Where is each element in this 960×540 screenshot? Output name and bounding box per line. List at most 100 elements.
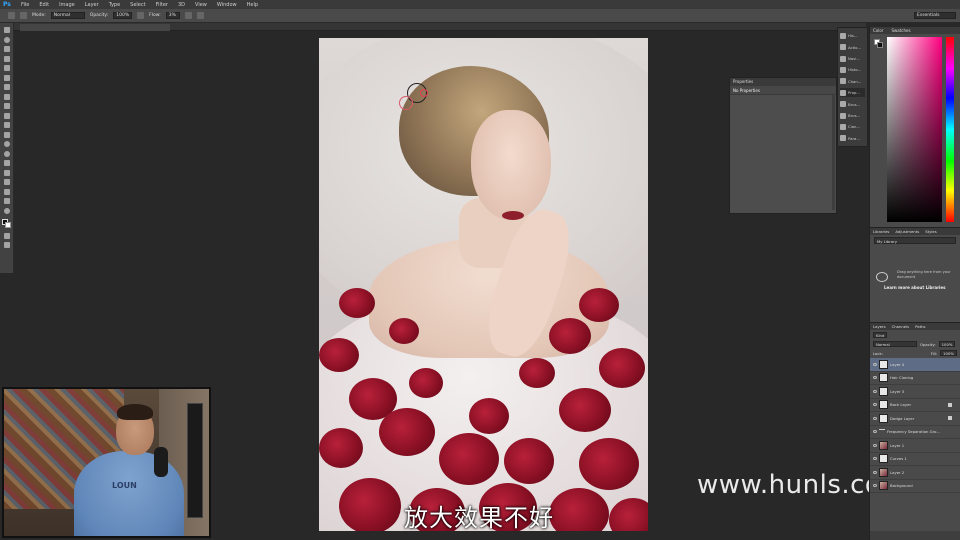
tab-swatches[interactable]: Swatches <box>891 28 910 33</box>
screen-mode-icon[interactable] <box>3 242 10 248</box>
flow-field[interactable]: 3% <box>165 12 180 19</box>
layer-row[interactable]: Layer 4 <box>870 358 960 372</box>
background-color-swatch[interactable] <box>877 42 883 48</box>
clone-stamp-tool-icon[interactable] <box>3 103 10 109</box>
layer-row[interactable]: Dodge Layer <box>870 412 960 426</box>
color-swatches[interactable] <box>1 219 12 229</box>
hue-slider[interactable] <box>946 37 954 222</box>
eyedropper-tool-icon[interactable] <box>3 74 10 81</box>
menu-edit[interactable]: Edit <box>34 2 54 8</box>
tab-libraries[interactable]: Libraries <box>873 229 889 234</box>
layer-filter-select[interactable]: Kind <box>873 332 888 338</box>
panel-channels-button[interactable]: Chan... <box>840 77 865 86</box>
document-canvas[interactable] <box>319 38 648 531</box>
brush-tool-icon[interactable] <box>3 93 10 100</box>
zoom-tool-icon[interactable] <box>3 207 10 214</box>
background-color-swatch[interactable] <box>4 222 11 228</box>
tab-styles[interactable]: Styles <box>925 229 937 234</box>
quick-mask-icon[interactable] <box>3 232 10 239</box>
panel-histogram-button[interactable]: Histo... <box>840 65 865 74</box>
move-tool-icon[interactable] <box>3 27 10 33</box>
pressure-size-icon[interactable] <box>196 12 204 19</box>
mode-select[interactable]: Normal <box>50 12 85 19</box>
dodge-tool-icon[interactable] <box>3 150 10 157</box>
opacity-field[interactable]: 100% <box>113 12 133 19</box>
menu-layer[interactable]: Layer <box>80 2 104 8</box>
marquee-tool-icon[interactable] <box>3 36 10 43</box>
layer-row[interactable]: Layer 3 <box>870 385 960 399</box>
panel-brush-button[interactable]: Brus... <box>840 99 865 108</box>
layer-opacity-field[interactable]: 100% <box>938 341 956 347</box>
pen-tool-icon[interactable] <box>3 160 10 166</box>
healing-brush-tool-icon[interactable] <box>3 84 10 90</box>
layer-row[interactable]: Back Layer <box>870 399 960 412</box>
learn-more-link[interactable]: Learn more about Libraries <box>884 285 946 290</box>
panel-paragraph-button[interactable]: Para... <box>840 134 865 143</box>
tab-paths[interactable]: Paths <box>915 324 925 329</box>
crop-tool-icon[interactable] <box>3 65 10 71</box>
layer-name: Background <box>890 483 913 489</box>
eye-icon[interactable] <box>873 362 877 366</box>
layer-row[interactable]: Layer 1 <box>870 439 960 453</box>
eye-icon[interactable] <box>873 403 877 407</box>
menu-view[interactable]: View <box>190 2 212 8</box>
eye-icon[interactable] <box>873 457 877 461</box>
layers-panel: Layers Channels Paths Kind Normal Opacit… <box>869 322 960 540</box>
menu-help[interactable]: Help <box>242 2 263 8</box>
document-tab-strip <box>14 23 866 31</box>
blur-tool-icon[interactable] <box>3 141 10 147</box>
menu-3d[interactable]: 3D <box>173 2 190 8</box>
panel-navigator-button[interactable]: Navi... <box>840 54 865 63</box>
tab-color[interactable]: Color <box>873 28 883 33</box>
layer-row[interactable]: Hair Cloning <box>870 372 960 385</box>
menu-select[interactable]: Select <box>125 2 150 8</box>
brush-tool-icon[interactable] <box>8 12 15 19</box>
menu-filter[interactable]: Filter <box>151 2 173 8</box>
tab-layers[interactable]: Layers <box>873 324 886 329</box>
panel-clone-source-button[interactable]: Clon... <box>840 122 865 131</box>
eye-icon[interactable] <box>873 416 877 420</box>
color-field[interactable] <box>887 37 942 222</box>
blend-mode-select[interactable]: Normal <box>873 341 917 347</box>
layer-row[interactable]: Layer 2 <box>870 466 960 480</box>
eye-icon[interactable] <box>873 470 877 474</box>
menu-file[interactable]: File <box>16 2 34 8</box>
layer-row[interactable]: Background <box>870 480 960 493</box>
brush-preset-icon[interactable] <box>20 12 27 19</box>
document-tab[interactable] <box>20 24 170 31</box>
lasso-tool-icon[interactable] <box>3 46 10 52</box>
layer-row[interactable]: Curves 1 <box>870 453 960 466</box>
gradient-tool-icon[interactable] <box>3 131 10 138</box>
eye-icon[interactable] <box>873 376 877 380</box>
eye-icon[interactable] <box>873 484 877 488</box>
rectangle-tool-icon[interactable] <box>3 188 10 195</box>
panel-properties-button[interactable]: Prop... <box>840 88 865 98</box>
presenter-hair <box>117 404 153 420</box>
properties-scrollbar[interactable] <box>832 95 835 210</box>
eye-icon[interactable] <box>873 443 877 447</box>
menu-type[interactable]: Type <box>104 2 125 8</box>
properties-title[interactable]: Properties <box>730 78 836 86</box>
workspace-select[interactable]: Essentials <box>914 12 956 19</box>
tab-adjustments[interactable]: Adjustments <box>895 229 919 234</box>
eye-icon[interactable] <box>873 430 877 434</box>
pressure-opacity-icon[interactable] <box>137 12 145 19</box>
library-select[interactable]: My Library <box>874 237 956 244</box>
menu-image[interactable]: Image <box>54 2 80 8</box>
model-face <box>471 110 551 220</box>
eye-icon[interactable] <box>873 389 877 393</box>
layer-row[interactable]: Frequency Separation Gro... <box>870 426 960 439</box>
panel-actions-button[interactable]: Actio... <box>840 42 865 51</box>
hand-tool-icon[interactable] <box>3 198 10 204</box>
panel-brush-presets-button[interactable]: Brus... <box>840 111 865 120</box>
airbrush-icon[interactable] <box>184 12 192 19</box>
type-tool-icon[interactable] <box>3 169 10 176</box>
eraser-tool-icon[interactable] <box>3 122 10 128</box>
menu-window[interactable]: Window <box>212 2 242 8</box>
panel-history-button[interactable]: His... <box>840 31 865 40</box>
fill-field[interactable]: 100% <box>940 350 957 356</box>
history-brush-tool-icon[interactable] <box>3 112 10 119</box>
path-select-tool-icon[interactable] <box>3 179 10 185</box>
tab-channels[interactable]: Channels <box>892 324 910 329</box>
quick-select-tool-icon[interactable] <box>3 55 10 62</box>
